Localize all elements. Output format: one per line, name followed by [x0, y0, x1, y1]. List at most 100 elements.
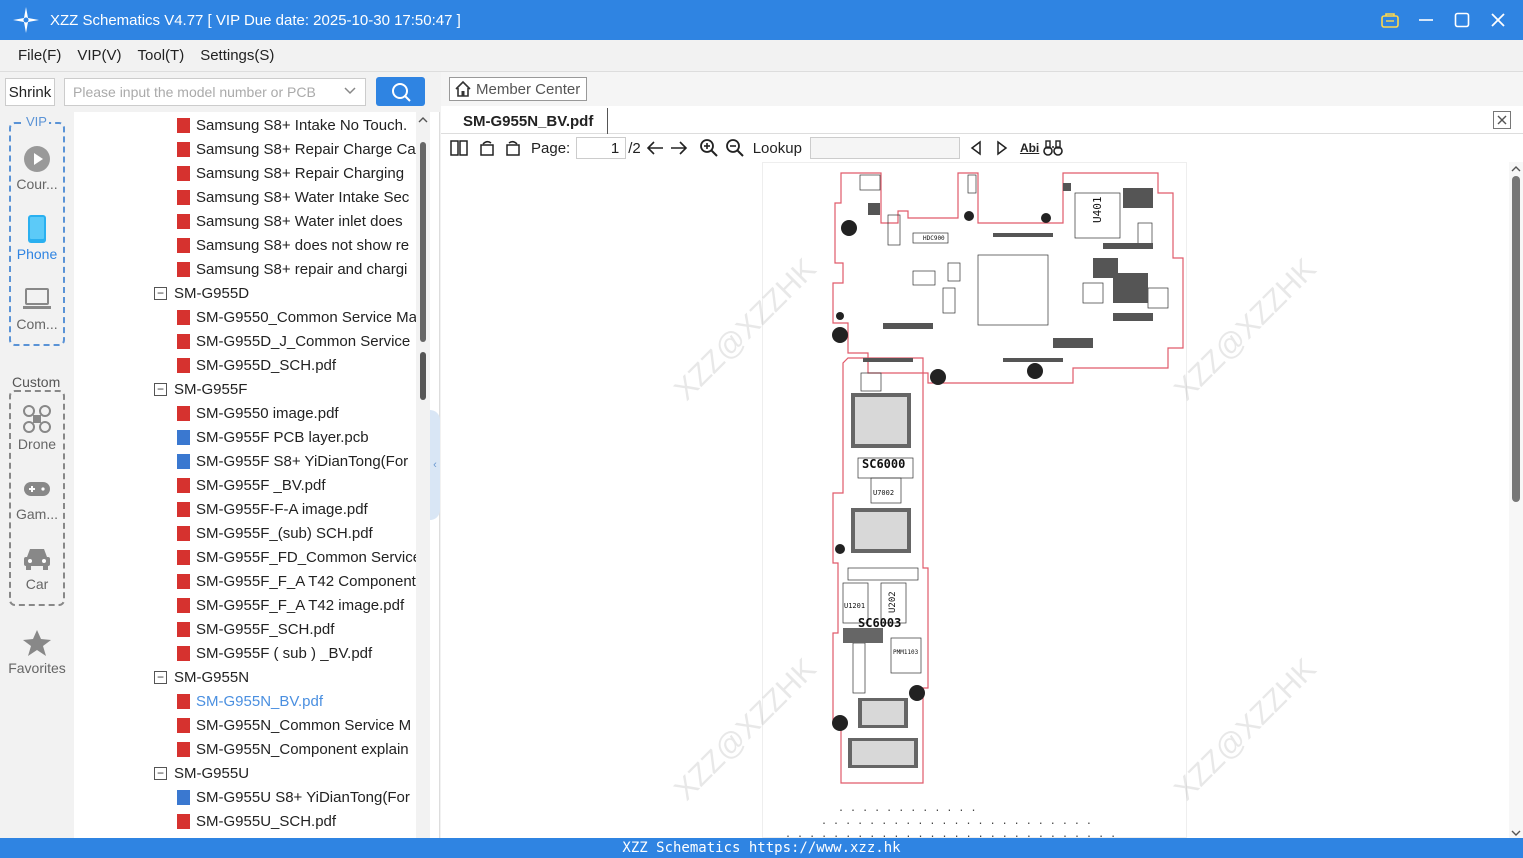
tree-file[interactable]: Samsung S8+ Repair Charge Ca	[177, 137, 416, 161]
rotate-left-icon[interactable]	[477, 138, 497, 158]
tree-file[interactable]: SM-G955F_(sub) SCH.pdf	[177, 521, 373, 545]
menu-file[interactable]: File(F)	[18, 47, 61, 64]
search-input[interactable]: Please input the model number or PCB	[64, 78, 366, 106]
maximize-button[interactable]	[1451, 9, 1473, 31]
tree-file[interactable]: SM-G955F_F_A T42 image.pdf	[177, 593, 404, 617]
collapse-toggle-icon[interactable]: −	[154, 766, 167, 780]
tree-file[interactable]: Samsung S8+ repair and chargi	[177, 257, 407, 281]
tree-folder[interactable]: − SM-G955U	[154, 761, 249, 785]
custom-group-label: Custom	[10, 374, 63, 390]
zoom-out-icon[interactable]	[725, 138, 745, 158]
menu-settings[interactable]: Settings(S)	[200, 47, 274, 64]
menu-vip[interactable]: VIP(V)	[77, 47, 121, 64]
search-button[interactable]	[376, 77, 425, 106]
tree-file[interactable]: SM-G9550 image.pdf	[177, 401, 339, 425]
scroll-down-icon[interactable]	[1509, 828, 1523, 838]
page-number-input[interactable]: 1	[576, 137, 627, 159]
tree-scrollbar[interactable]	[416, 112, 430, 838]
scroll-up-icon[interactable]	[416, 114, 430, 126]
close-button[interactable]	[1487, 9, 1509, 31]
tree-file[interactable]: SM-G955N_Common Service M	[177, 713, 411, 737]
tree-file[interactable]: SM-G955U_SCH.pdf	[177, 809, 336, 833]
tree-file[interactable]: SM-G955D_SCH.pdf	[177, 353, 336, 377]
tree-file[interactable]: SM-G955F-F-A image.pdf	[177, 497, 368, 521]
tree-file[interactable]: Samsung S8+ Repair Charging	[177, 161, 404, 185]
tree-item-label: SM-G9550 image.pdf	[196, 404, 339, 422]
close-tabs-button[interactable]	[1493, 111, 1511, 129]
star-icon	[22, 628, 52, 658]
tree-file[interactable]: SM-G955N_Component explain	[177, 737, 409, 761]
tree-item-label: Samsung S8+ does not show re	[196, 236, 410, 254]
tree-item-label: Samsung S8+ Water inlet does	[196, 212, 403, 230]
sidebar-item-courses[interactable]: Cour...	[0, 144, 74, 192]
tree-folder[interactable]: − SM-G955D	[154, 281, 249, 305]
tree-file[interactable]: Samsung S8+ Water inlet does	[177, 209, 403, 233]
sidebar-item-favorites[interactable]: Favorites	[0, 628, 74, 676]
home-icon	[455, 80, 471, 97]
lookup-input[interactable]	[809, 137, 960, 159]
pdf-file-icon	[177, 333, 190, 349]
scrollbar-thumb[interactable]	[420, 142, 426, 342]
tree-file[interactable]: SM-G955F _BV.pdf	[177, 473, 326, 497]
tree-item-label: Samsung S8+ Water Intake Sec	[196, 188, 410, 206]
pdf-file-icon	[177, 165, 190, 181]
vip-badge-icon[interactable]	[1379, 9, 1401, 31]
pdf-page[interactable]: U401 SC6000 U7002 SC6003 U1201 U202 PMM1…	[668, 162, 1323, 838]
sidebar-item-game[interactable]: Gam...	[0, 474, 74, 522]
sidebar-item-car[interactable]: Car	[0, 544, 74, 592]
pcb-file-icon	[177, 789, 190, 805]
collapse-toggle-icon[interactable]: −	[154, 286, 167, 300]
find-previous-icon[interactable]	[966, 138, 986, 158]
scrollbar-thumb[interactable]	[1512, 176, 1520, 502]
tree-file[interactable]: SM-G955F_FD_Common Service	[177, 545, 416, 569]
pdf-file-icon	[177, 741, 190, 757]
collapse-toggle-icon[interactable]: −	[154, 670, 167, 684]
tree-folder[interactable]: − SM-G955F	[154, 377, 247, 401]
tree-file[interactable]: SM-G955F_SCH.pdf	[177, 617, 334, 641]
tree-file[interactable]: SM-G955F S8+ YiDianTong(For	[177, 449, 408, 473]
left-panel: Shrink Please input the model number or …	[0, 72, 440, 838]
title-bar: XZZ Schematics V4.77 [ VIP Due date: 202…	[0, 0, 1523, 40]
document-area[interactable]: U401 SC6000 U7002 SC6003 U1201 U202 PMM1…	[441, 162, 1523, 838]
next-page-icon[interactable]	[669, 138, 689, 158]
collapse-panel-handle[interactable]: ‹	[430, 410, 440, 520]
scroll-up-icon[interactable]	[1509, 164, 1523, 174]
sidebar-item-phone[interactable]: Phone	[0, 214, 74, 262]
tree-file[interactable]: SM-G955U S8+ YiDianTong(For	[177, 785, 410, 809]
shrink-button[interactable]: Shrink	[5, 78, 55, 106]
zoom-in-icon[interactable]	[699, 138, 719, 158]
tree-file[interactable]: SM-G955F_F_A T42 Component	[177, 569, 416, 593]
scrollbar-thumb-secondary[interactable]	[420, 352, 426, 400]
tree-file[interactable]: SM-G955F PCB layer.pcb	[177, 425, 369, 449]
previous-page-icon[interactable]	[645, 138, 665, 158]
tree-file[interactable]: Samsung S8+ does not show re	[177, 233, 409, 257]
tree-folder[interactable]: − SM-G955N	[154, 665, 249, 689]
tree-file[interactable]: SM-G955D_J_Common Service	[177, 329, 410, 353]
category-sidebar: VIP Cour... Phone Com... Custom Drone Ga…	[0, 112, 74, 838]
rotate-right-icon[interactable]	[503, 138, 523, 158]
pdf-file-icon	[177, 549, 190, 565]
document-scrollbar[interactable]	[1509, 162, 1523, 838]
tree-item-label: SM-G955F _BV.pdf	[196, 476, 326, 494]
watermark-text: XZZ@XZZHK	[1168, 252, 1323, 407]
sidebar-item-drone[interactable]: Drone	[0, 404, 74, 452]
collapse-toggle-icon[interactable]: −	[154, 382, 167, 396]
pdf-file-icon	[177, 237, 190, 253]
pdf-file-icon	[177, 141, 190, 157]
tree-file[interactable]: SM-G955F ( sub ) _BV.pdf	[177, 641, 372, 665]
pdf-file-icon	[177, 477, 190, 493]
menu-tool[interactable]: Tool(T)	[138, 47, 185, 64]
two-page-icon[interactable]	[449, 138, 469, 158]
tree-file[interactable]: SM-G955N_BV.pdf	[177, 689, 323, 713]
find-next-icon[interactable]	[992, 138, 1012, 158]
match-case-button[interactable]: Abi	[1020, 141, 1039, 155]
tree-file[interactable]: Samsung S8+ Water Intake Sec	[177, 185, 409, 209]
member-center-button[interactable]: Member Center	[449, 77, 587, 101]
minimize-button[interactable]	[1415, 9, 1437, 31]
tree-file[interactable]: Samsung S8+ Intake No Touch.	[177, 113, 407, 137]
chevron-down-icon[interactable]	[343, 83, 357, 100]
binoculars-icon[interactable]	[1043, 138, 1064, 158]
tree-file[interactable]: SM-G9550_Common Service Ma	[177, 305, 416, 329]
sidebar-item-computer[interactable]: Com...	[0, 284, 74, 332]
tab-active-document[interactable]: SM-G955N_BV.pdf	[449, 108, 609, 134]
